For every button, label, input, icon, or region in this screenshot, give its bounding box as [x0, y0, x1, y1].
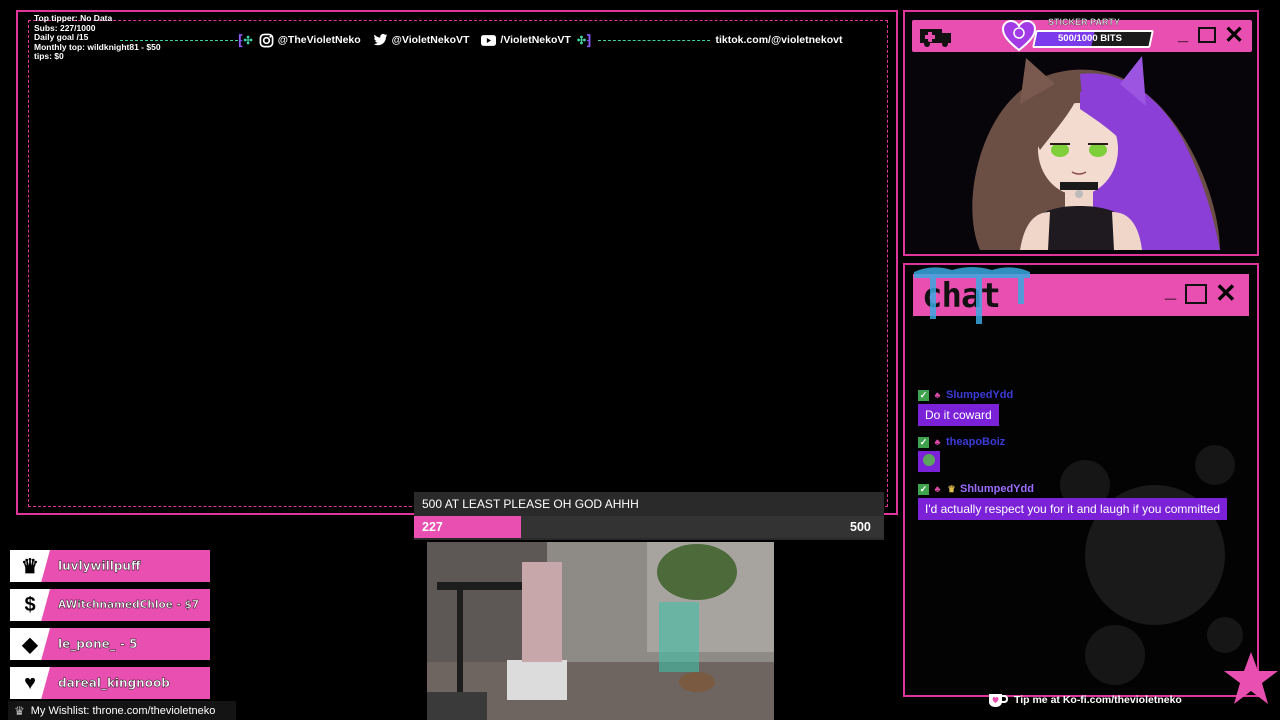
chat-message: ✓ ♣ theapoBoiz: [918, 436, 1005, 472]
paw-badge-icon: ♣: [934, 483, 941, 494]
ambulance-icon: [920, 29, 951, 47]
socials-divider: [120, 39, 238, 41]
paw-badge-icon: ♣: [934, 389, 941, 400]
wishlist-text: My Wishlist: throne.com/thevioletneko: [30, 704, 216, 717]
alert-text: AWitchnamedChloe - $7: [58, 599, 200, 611]
bits-progress-text: 500/1000 BITS: [1058, 33, 1122, 44]
close-icon[interactable]: ✕: [1215, 278, 1237, 309]
chat-text: I'd actually respect you for it and laug…: [918, 498, 1228, 520]
recent-bits-alert: ◆ le_pone_ - 5: [10, 628, 210, 660]
dollar-icon: $: [10, 589, 50, 621]
maximize-icon[interactable]: [1198, 27, 1216, 43]
goal-max-value: 500: [850, 520, 871, 534]
sticker-party-label: STICKER PARTY: [1048, 17, 1120, 27]
room-scene: [427, 542, 774, 720]
recent-tip-alert: $ AWitchnamedChloe - $7: [10, 589, 210, 621]
star-decoration-icon: [1224, 652, 1278, 704]
kofi-cup-icon: [989, 694, 1008, 707]
frog-emote-icon: [923, 454, 935, 466]
chat-text: Do it coward: [918, 404, 999, 426]
crown-badge-icon: ♛: [947, 483, 956, 494]
maximize-icon[interactable]: [1185, 284, 1207, 304]
minimize-icon[interactable]: _: [1178, 24, 1188, 45]
tips-text: tips: $0: [34, 51, 64, 61]
crown-icon: ♛: [14, 703, 25, 718]
sparkle-icon: ✣: [243, 34, 253, 47]
instagram-link[interactable]: @TheVioletNeko: [259, 33, 361, 48]
chat-emote-bubble: [918, 451, 940, 472]
socials-bar: ⁅ ✣ @TheVioletNeko @VioletNekoVT /Violet…: [120, 30, 880, 50]
wishlist-link[interactable]: ♛ My Wishlist: throne.com/thevioletneko: [8, 701, 236, 720]
crown-icon: ♛: [10, 550, 50, 582]
chat-username-row: ✓ ♣ SlumpedYdd: [918, 389, 1013, 401]
goal-progress-track: [414, 516, 884, 538]
check-badge-icon: ✓: [918, 483, 929, 495]
kofi-link[interactable]: Tip me at Ko-fi.com/thevioletneko: [988, 692, 1182, 708]
tiktok-link[interactable]: tiktok.com/@violetnekovt: [716, 34, 843, 46]
close-icon[interactable]: ✕: [1224, 21, 1244, 50]
recent-follower-alert: ♛ luvlywillpuff: [10, 550, 210, 582]
socials-divider: [597, 39, 710, 41]
chat-message: ✓ ♣ SlumpedYdd Do it coward: [918, 389, 1013, 426]
alert-text: le_pone_ - 5: [58, 637, 138, 651]
chat-username-row: ✓ ♣ theapoBoiz: [918, 436, 1005, 448]
minimize-icon[interactable]: _: [1165, 280, 1176, 303]
alert-text: dareal_kingnoob: [58, 676, 170, 690]
tiktok-handle: tiktok.com/@violetnekovt: [715, 34, 843, 46]
goal-current-value: 227: [422, 520, 443, 534]
recent-sub-alert: ♥ dareal_kingnoob: [10, 667, 210, 699]
chat-username[interactable]: SlumpedYdd: [946, 389, 1013, 401]
diamond-icon: ◆: [10, 628, 50, 660]
youtube-handle: /VioletNekoVT: [500, 34, 571, 46]
chat-username[interactable]: ShlumpedYdd: [960, 483, 1034, 495]
twitter-icon: [373, 33, 388, 48]
goal-title: 500 AT LEAST PLEASE OH GOD AHHH: [422, 497, 639, 511]
heart-icon: ♥: [10, 667, 50, 699]
youtube-icon: [481, 33, 497, 48]
instagram-handle: @TheVioletNeko: [277, 34, 361, 46]
paw-badge-icon: ♣: [934, 436, 941, 447]
alert-text: luvlywillpuff: [58, 559, 141, 573]
vtuber-avatar: [972, 56, 1220, 250]
paint-splatter-decoration: [1060, 445, 1243, 685]
chat-username[interactable]: theapoBoiz: [946, 436, 1005, 448]
room-camera-feed: [427, 542, 774, 720]
check-badge-icon: ✓: [918, 389, 929, 401]
check-badge-icon: ✓: [918, 436, 929, 448]
heart-bits-icon: [1002, 20, 1036, 52]
game-capture-inner-border: [28, 20, 888, 507]
kofi-text: Tip me at Ko-fi.com/thevioletneko: [1014, 694, 1182, 706]
chat-username-row: ✓ ♣ ♛ ShlumpedYdd: [918, 483, 1227, 495]
chat-message: ✓ ♣ ♛ ShlumpedYdd I'd actually respect y…: [918, 483, 1228, 520]
twitter-handle: @VioletNekoVT: [391, 34, 470, 46]
bracket-right: ⁆: [586, 31, 592, 48]
youtube-link[interactable]: /VioletNekoVT: [481, 33, 571, 48]
sparkle-icon: ✣: [576, 34, 587, 47]
paint-drip-decoration: [914, 267, 1030, 324]
instagram-icon: [259, 33, 274, 48]
twitter-link[interactable]: @VioletNekoVT: [373, 33, 470, 48]
